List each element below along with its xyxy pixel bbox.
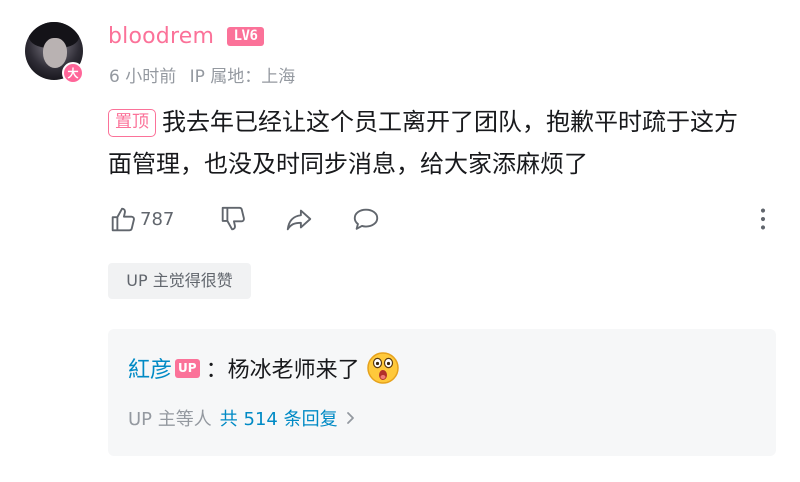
reply-summary-prefix: UP 主等人 (128, 409, 212, 430)
like-count: 787 (140, 208, 175, 230)
pin-tag: 置顶 (108, 109, 156, 137)
reply-button[interactable] (351, 202, 381, 236)
action-bar: 787 (108, 202, 778, 236)
reply-text: ：杨冰老师来了 (205, 358, 360, 383)
comment-time: 6 小时前 (109, 67, 177, 87)
share-button[interactable] (284, 202, 314, 236)
reply-count: 共 514 条回复 (219, 409, 338, 430)
more-icon (760, 208, 766, 230)
avatar-face (43, 38, 67, 68)
comment-text: 我去年已经让这个员工离开了团队，抱歉平时疏于这方面管理，也没及时同步消息，给大家… (108, 108, 738, 178)
comment-content: 置顶 我去年已经让这个员工离开了团队，抱歉平时疏于这方面管理，也没及时同步消息，给… (108, 101, 758, 185)
dislike-button[interactable] (218, 202, 248, 236)
reply-username[interactable]: 紅彦 (128, 352, 172, 384)
comment-meta: 6 小时前 IP 属地：上海 (109, 62, 295, 87)
ip-location: IP 属地：上海 (189, 67, 296, 87)
reply-preview-item: 紅彦 UP ：杨冰老师来了 (128, 351, 400, 385)
chevron-right-icon (346, 412, 354, 424)
reply-preview[interactable]: 紅彦 UP ：杨冰老师来了 UP 主等人 共 514 条回复 (108, 329, 776, 456)
comment-item: 大 bloodrem LV6 6 小时前 IP 属地：上海 置顶 我去年已经让这个… (0, 0, 800, 482)
thumb-down-icon (221, 206, 245, 231)
thumb-up-icon (111, 207, 135, 232)
up-liked-badge: UP 主觉得很赞 (108, 263, 251, 299)
level-badge: LV6 (227, 27, 264, 46)
like-button[interactable]: 787 (108, 202, 174, 236)
view-replies-link[interactable]: UP 主等人 共 514 条回复 (128, 405, 356, 431)
username[interactable]: bloodrem (108, 24, 214, 49)
avatar-badge: 大 (62, 62, 84, 84)
share-icon (286, 209, 312, 231)
up-tag: UP (175, 358, 200, 378)
shocked-face-emoji (366, 352, 399, 384)
reply-icon (353, 208, 379, 230)
more-button[interactable] (748, 202, 778, 236)
